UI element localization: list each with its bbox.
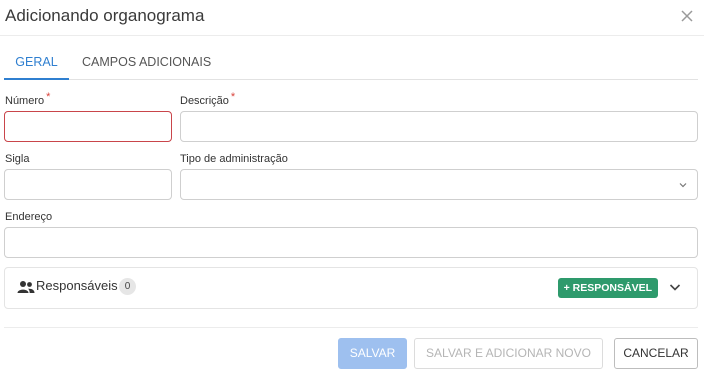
dialog-header: Adicionando organograma: [0, 0, 704, 36]
tab-geral[interactable]: GERAL: [4, 44, 69, 80]
tab-bar: GERAL CAMPOS ADICIONAIS: [4, 44, 698, 80]
responsaveis-label: Responsáveis: [36, 278, 118, 293]
close-icon[interactable]: [678, 7, 696, 25]
people-icon: [17, 281, 35, 293]
save-button[interactable]: SALVAR: [338, 338, 407, 369]
organograma-dialog: Adicionando organograma GERAL CAMPOS ADI…: [0, 0, 704, 372]
required-mark: *: [230, 91, 236, 103]
sigla-label: Sigla: [5, 153, 30, 165]
descricao-label: Descrição *: [180, 91, 235, 107]
numero-label-text: Número: [5, 95, 45, 107]
chevron-down-icon: [679, 183, 687, 188]
footer-divider: [4, 327, 698, 328]
descricao-input[interactable]: [180, 111, 698, 142]
numero-label: Número *: [5, 91, 50, 107]
cancel-button[interactable]: CANCELAR: [614, 338, 698, 369]
endereco-input[interactable]: [4, 227, 698, 258]
chevron-down-icon[interactable]: [668, 280, 682, 294]
numero-input[interactable]: [4, 111, 172, 142]
required-mark: *: [46, 91, 51, 103]
tipo-administracao-select[interactable]: [180, 169, 698, 200]
sigla-input[interactable]: [4, 169, 172, 200]
dialog-title: Adicionando organograma: [5, 6, 205, 25]
descricao-label-text: Descrição: [180, 95, 229, 107]
tipo-administracao-label: Tipo de administração: [180, 153, 288, 165]
tab-campos-adicionais[interactable]: CAMPOS ADICIONAIS: [82, 44, 211, 80]
endereco-label: Endereço: [5, 211, 53, 223]
add-responsavel-button[interactable]: + RESPONSÁVEL: [557, 278, 658, 298]
save-and-new-button[interactable]: SALVAR E ADICIONAR NOVO: [414, 338, 603, 369]
responsaveis-count-badge: 0: [119, 278, 136, 295]
responsaveis-panel: Responsáveis 0 + RESPONSÁVEL: [4, 267, 698, 309]
